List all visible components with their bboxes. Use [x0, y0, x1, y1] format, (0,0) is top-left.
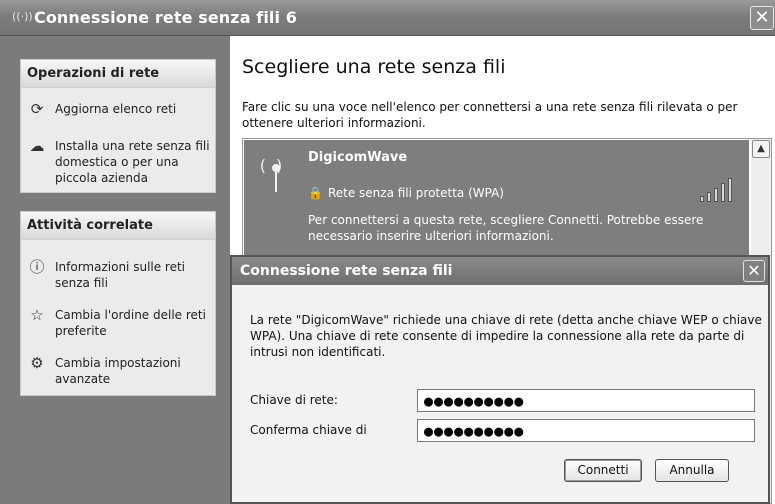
signal-bar: [721, 183, 725, 202]
dialog-title: Connessione rete senza fili: [240, 263, 453, 279]
page-description: Fare clic su una voce nell'elenco per co…: [242, 100, 738, 130]
setup-wireless-network-label: Installa una rete senza fili domestica o…: [55, 139, 210, 185]
signal-strength-icon: [700, 176, 744, 202]
signal-bar: [700, 196, 704, 202]
dialog-message: La rete "DigicomWave" richiede una chiav…: [250, 313, 762, 359]
network-key-input[interactable]: [417, 389, 755, 412]
wireless-icon: ((·)): [12, 10, 33, 23]
setup-wireless-network-link[interactable]: ☁ Installa una rete senza fili domestica…: [27, 137, 213, 187]
wireless-connection-window: ((·)) Connessione rete senza fili 6 ✕ Op…: [0, 0, 775, 504]
network-key-label: Chiave di rete:: [250, 393, 338, 407]
wireless-info-label: Informazioni sulle reti senza fili: [55, 260, 186, 290]
network-name: DigicomWave: [308, 150, 408, 165]
network-operations-header: Operazioni di rete: [21, 60, 215, 88]
dialog-close-button[interactable]: ✕: [743, 260, 765, 282]
setup-wizard-icon: ☁: [29, 137, 45, 155]
network-security-label: Rete senza fili protetta (WPA): [327, 186, 504, 200]
window-title: Connessione rete senza fili 6: [34, 8, 297, 27]
connect-button[interactable]: Connetti: [564, 459, 642, 482]
related-tasks-panel: Attività correlate ⓘ Informazioni sulle …: [20, 211, 216, 396]
change-preferred-order-label: Cambia l'ordine delle reti preferite: [55, 308, 206, 338]
dialog-titlebar[interactable]: Connessione rete senza fili ✕: [232, 257, 768, 285]
wireless-antenna-icon: (): [254, 146, 298, 192]
refresh-icon: ⟳: [30, 100, 44, 118]
network-key-dialog: Connessione rete senza fili ✕ La rete "D…: [230, 255, 770, 504]
change-preferred-order-link[interactable]: ☆ Cambia l'ordine delle reti preferite: [27, 306, 213, 340]
scroll-up-button[interactable]: ▲: [752, 140, 770, 158]
network-operations-panel: Operazioni di rete ⟳ Aggiorna elenco ret…: [20, 59, 216, 193]
window-close-button[interactable]: ✕: [750, 6, 774, 30]
cancel-button[interactable]: Annulla: [655, 459, 729, 482]
window-titlebar[interactable]: ((·)) Connessione rete senza fili 6 ✕: [0, 0, 775, 36]
wireless-info-link[interactable]: ⓘ Informazioni sulle reti senza fili: [27, 258, 213, 292]
page-title: Scegliere una rete senza fili: [242, 56, 506, 78]
refresh-network-list-label: Aggiorna elenco reti: [55, 102, 177, 116]
network-security: 🔒 Rete senza fili protetta (WPA): [308, 186, 504, 200]
signal-bar: [714, 188, 718, 202]
advanced-settings-label: Cambia impostazioni avanzate: [55, 356, 181, 386]
advanced-settings-link[interactable]: ⚙ Cambia impostazioni avanzate: [27, 354, 213, 388]
confirm-key-input[interactable]: [417, 419, 755, 442]
related-tasks-header: Attività correlate: [21, 212, 215, 240]
task-pane: Operazioni di rete ⟳ Aggiorna elenco ret…: [0, 36, 230, 504]
settings-icon: ⚙: [30, 354, 44, 372]
confirm-key-label: Conferma chiave di: [250, 423, 367, 437]
info-icon: ⓘ: [29, 258, 45, 276]
signal-bar: [728, 178, 732, 202]
network-list-item[interactable]: () DigicomWave 🔒 Rete senza fili protetta…: [244, 140, 749, 258]
lock-icon: 🔒: [308, 186, 323, 200]
star-icon: ☆: [30, 306, 44, 324]
network-info: Per connettersi a questa rete, scegliere…: [308, 213, 704, 243]
signal-bar: [707, 192, 711, 202]
refresh-network-list-link[interactable]: ⟳ Aggiorna elenco reti: [27, 100, 213, 120]
